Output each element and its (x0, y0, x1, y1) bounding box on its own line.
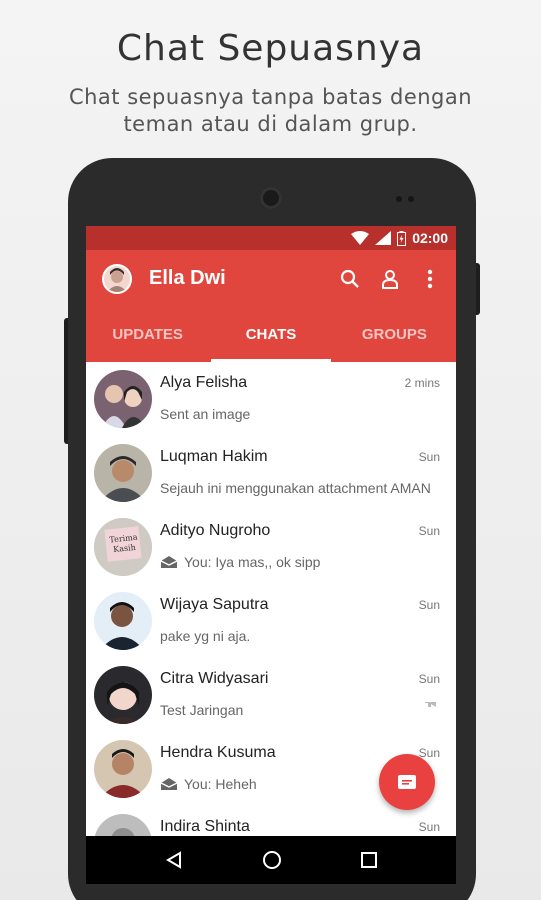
tab-updates[interactable]: UPDATES (86, 307, 209, 362)
contact-avatar (94, 592, 152, 650)
sensor-dot (396, 196, 402, 202)
contact-avatar (94, 444, 152, 502)
tab-chats[interactable]: CHATS (209, 307, 332, 362)
new-chat-button[interactable] (379, 754, 435, 810)
new-message-icon (398, 775, 416, 789)
message-preview: You: Heheh (184, 776, 257, 792)
message-time: Sun (418, 524, 440, 538)
app-title: Ella Dwi (149, 267, 226, 289)
contact-name: Wijaya Saputra (160, 596, 269, 613)
contact-avatar: Terima Kasih (94, 518, 152, 576)
message-time: Sun (418, 672, 440, 686)
promo-title: Chat Sepuasnya (116, 28, 425, 69)
back-icon[interactable] (165, 851, 183, 869)
chat-item[interactable]: Wijaya Saputra Sun pake yg ni aja. (86, 584, 456, 658)
message-time: Sun (418, 820, 440, 834)
battery-icon (397, 230, 407, 246)
message-time: Sun (418, 450, 440, 464)
status-bar: 02:00 (86, 226, 456, 250)
avatar-note-text: Terima Kasih (108, 532, 138, 555)
navigation-bar (86, 836, 456, 884)
muted-megaphone-icon (425, 702, 436, 707)
home-icon[interactable] (262, 850, 282, 870)
user-avatar[interactable] (102, 263, 132, 294)
profile-icon (382, 269, 398, 289)
status-time: 02:00 (412, 230, 448, 246)
sensor-dot (408, 196, 414, 202)
contact-avatar (94, 740, 152, 798)
message-preview: You: Iya mas,, ok sipp (184, 554, 321, 570)
search-icon (340, 269, 359, 288)
message-time: Sun (418, 598, 440, 612)
app-bar: Ella Dwi (86, 250, 456, 307)
chat-item[interactable]: Citra Widyasari Sun Test Jaringan (86, 658, 456, 732)
recents-icon[interactable] (360, 852, 377, 868)
chat-item[interactable]: Luqman Hakim Sun Sejauh ini menggunakan … (86, 436, 456, 510)
wifi-icon (351, 231, 370, 245)
chat-item[interactable]: Alya Felisha 2 mins Sent an image (86, 362, 456, 436)
message-preview: Sejauh ini menggunakan attachment AMAN (160, 480, 431, 496)
contact-name: Citra Widyasari (160, 670, 269, 687)
front-camera (260, 187, 282, 209)
signal-icon (375, 231, 392, 245)
contact-name: Luqman Hakim (160, 448, 268, 465)
app-screen: 02:00 Ella Dwi UPDATES CHATS GROUPS Alya… (86, 226, 456, 884)
contact-name: Adityo Nugroho (160, 522, 271, 539)
chat-item[interactable]: Terima Kasih Adityo Nugroho Sun You: Iya… (86, 510, 456, 584)
promo-subtitle: Chat sepuasnya tanpa batas dengan teman … (68, 85, 473, 136)
contact-name: Indira Shinta (160, 818, 250, 835)
message-preview: Sent an image (160, 406, 251, 422)
contact-name: Alya Felisha (160, 374, 248, 391)
search-button[interactable] (330, 259, 370, 299)
message-preview: pake yg ni aja. (160, 628, 251, 644)
contact-name: Hendra Kusuma (160, 744, 276, 761)
more-options-button[interactable] (410, 259, 450, 299)
message-time: 2 mins (404, 376, 440, 390)
message-preview: Test Jaringan (160, 702, 244, 718)
contact-avatar (94, 666, 152, 724)
tab-bar: UPDATES CHATS GROUPS (86, 307, 456, 362)
more-vert-icon (427, 269, 433, 288)
read-envelope-icon (160, 778, 178, 790)
contact-avatar (94, 370, 152, 428)
profile-button[interactable] (370, 259, 410, 299)
read-envelope-icon (160, 556, 178, 568)
tab-groups[interactable]: GROUPS (333, 307, 456, 362)
